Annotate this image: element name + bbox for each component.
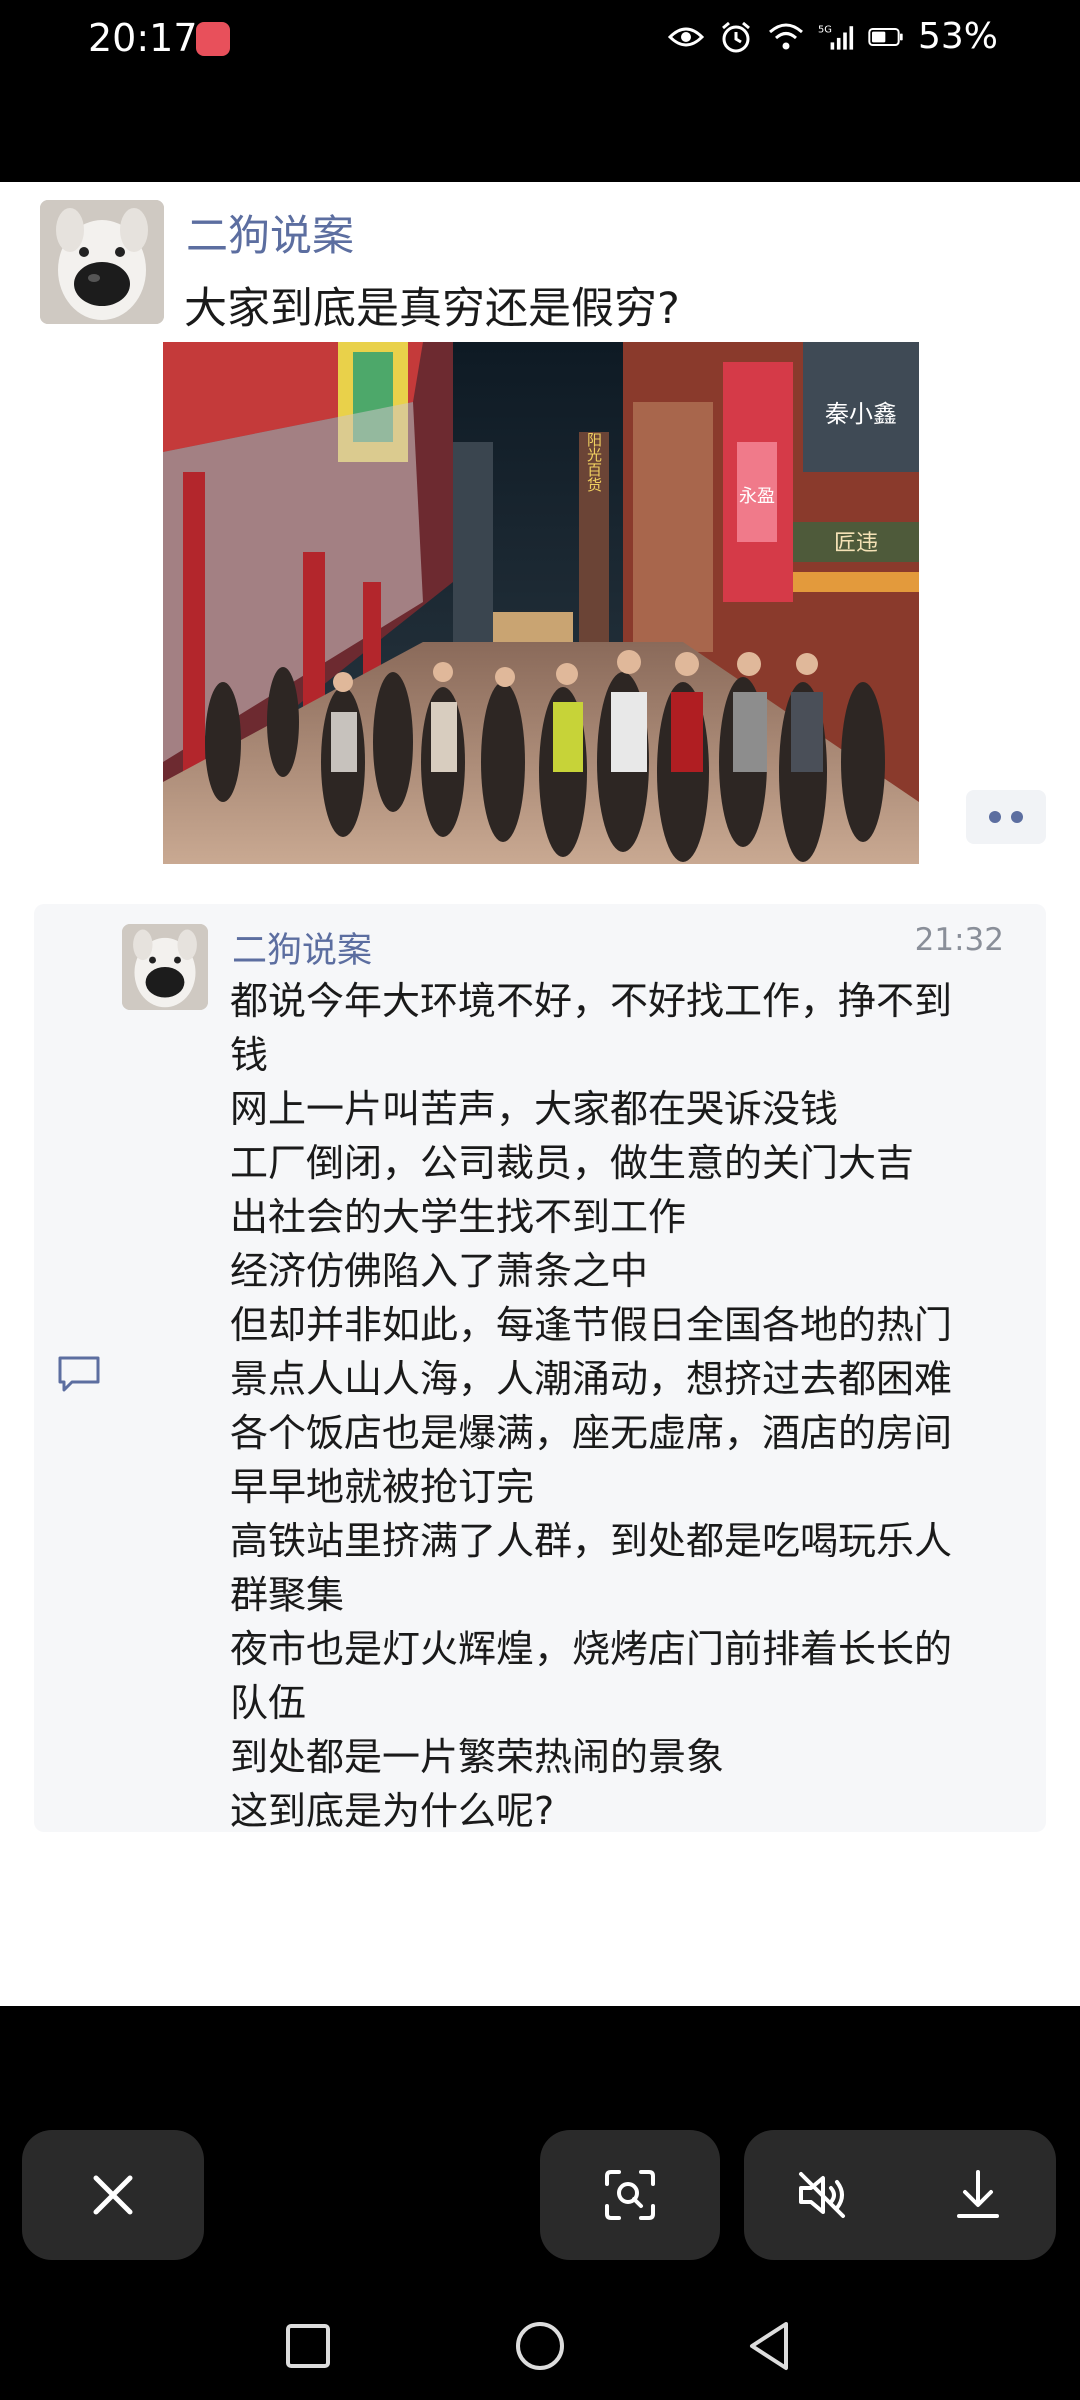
photo-sign-text: 阳光百货	[585, 432, 603, 492]
battery-percent: 53%	[917, 16, 998, 57]
comment-text: 都说今年大环境不好，不好找工作，挣不到 钱 网上一片叫苦声，大家都在哭诉没钱 工…	[230, 974, 1020, 1838]
comment-line: 群聚集	[230, 1573, 345, 1617]
comment-line: 都说今年大环境不好，不好找工作，挣不到	[230, 979, 953, 1023]
status-time: 20:17	[88, 16, 198, 60]
comment-avatar[interactable]	[122, 924, 208, 1010]
comment-line: 早早地就被抢订完	[230, 1465, 535, 1509]
close-icon	[84, 2166, 142, 2224]
comment-line: 各个饭店也是爆满，座无虚席，酒店的房间	[230, 1411, 953, 1455]
comment-line: 出社会的大学生找不到工作	[230, 1195, 687, 1239]
battery-icon	[868, 19, 904, 55]
comment-author-name[interactable]: 二狗说案	[232, 922, 372, 973]
home-icon[interactable]	[512, 2318, 568, 2374]
photo-sign-text: 匠违	[834, 531, 878, 556]
mute-icon[interactable]	[793, 2166, 851, 2224]
more-dot	[1011, 811, 1023, 823]
scan-button[interactable]	[540, 2130, 720, 2260]
scan-icon	[601, 2166, 659, 2224]
comment-line: 网上一片叫苦声，大家都在哭诉没钱	[230, 1087, 839, 1131]
recent-apps-icon[interactable]	[280, 2318, 336, 2374]
svg-text:阳光百货: 阳光百货	[585, 432, 603, 492]
comment-line: 钱	[230, 1033, 269, 1077]
back-icon[interactable]	[742, 2318, 798, 2374]
comment-line: 队伍	[230, 1681, 307, 1725]
screen: 20:17 5G 53% 二狗说案 大家到底是真穷还是假穷? 阳光百货 永盈 秦…	[0, 0, 1080, 2400]
close-button[interactable]	[22, 2130, 204, 2260]
more-dot	[989, 811, 1001, 823]
alarm-icon	[718, 19, 754, 55]
eye-icon	[667, 19, 704, 55]
svg-text:5G: 5G	[818, 24, 832, 35]
comment-line: 工厂倒闭，公司裁员，做生意的关门大吉	[230, 1141, 915, 1185]
avatar[interactable]	[40, 200, 164, 324]
more-options-button[interactable]	[966, 790, 1046, 844]
comment-icon[interactable]	[56, 1354, 102, 1394]
comment-line: 经济仿佛陷入了萧条之中	[230, 1249, 649, 1293]
photo-sign-text: 永盈	[739, 486, 775, 507]
status-icons: 5G 53%	[667, 16, 998, 57]
post-photo[interactable]: 阳光百货 永盈 秦小鑫 匠违	[163, 342, 919, 864]
media-controls	[744, 2130, 1056, 2260]
post-title: 大家到底是真穷还是假穷?	[184, 284, 680, 334]
download-icon[interactable]	[949, 2166, 1007, 2224]
comment-line: 景点人山人海，人潮涌动，想挤过去都困难	[230, 1357, 953, 1401]
comment-line: 夜市也是灯火辉煌，烧烤店门前排着长长的	[230, 1627, 953, 1671]
comment-line: 这到底是为什么呢?	[230, 1789, 555, 1833]
wifi-icon	[768, 19, 804, 55]
post-screenshot: 二狗说案 大家到底是真穷还是假穷? 阳光百货 永盈 秦小鑫 匠违 二狗说案 21…	[0, 182, 1080, 2006]
comment-time: 21:32	[914, 922, 1004, 958]
navigation-bar	[0, 2290, 1080, 2400]
comment-line: 高铁站里挤满了人群，到处都是吃喝玩乐人	[230, 1519, 953, 1563]
photo-sign-text: 秦小鑫	[825, 400, 897, 428]
comment-line: 到处都是一片繁荣热闹的景象	[230, 1735, 725, 1779]
comment-line: 但却并非如此，每逢节假日全国各地的热门	[230, 1303, 953, 1347]
signal-5g-icon: 5G	[818, 19, 854, 55]
status-bar: 20:17 5G 53%	[0, 0, 1080, 80]
post-author-name[interactable]: 二狗说案	[186, 202, 354, 263]
notification-app-icon	[196, 22, 230, 56]
